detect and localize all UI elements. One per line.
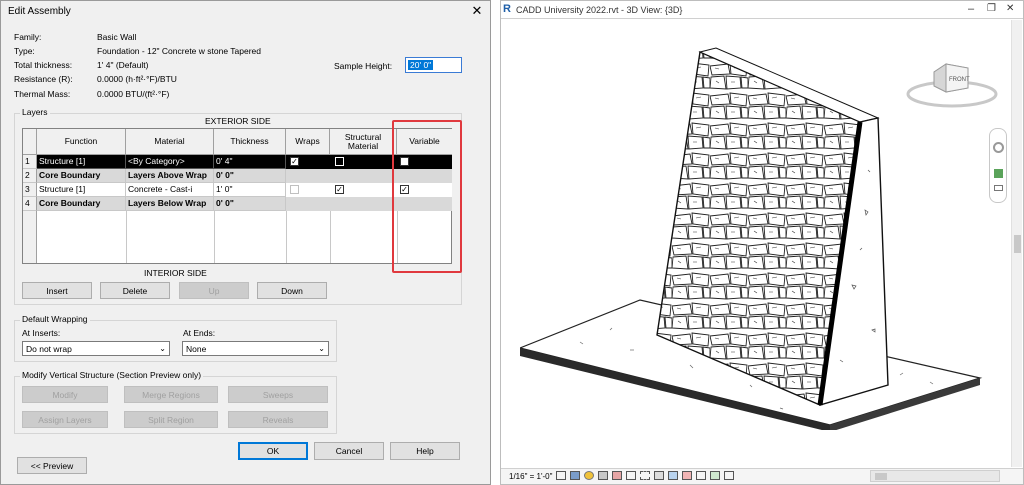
row-number: 4	[23, 197, 37, 211]
ok-button[interactable]: OK	[238, 442, 308, 460]
function-cell[interactable]: Structure [1]	[37, 183, 126, 197]
visual-style-icon[interactable]	[570, 471, 580, 480]
scale-label[interactable]: 1/16" = 1'-0"	[509, 472, 552, 481]
render-icon[interactable]	[612, 471, 622, 480]
revit-logo-icon: R	[503, 3, 511, 15]
row-number: 1	[23, 155, 37, 169]
check-icon: ✓	[336, 185, 343, 194]
thermal-mass-label: Thermal Mass:	[14, 89, 71, 99]
show-crop-icon[interactable]	[640, 471, 650, 480]
help-button[interactable]: Help	[390, 442, 460, 460]
reveals-button[interactable]: Reveals	[228, 411, 328, 428]
function-cell[interactable]: Structure [1]	[37, 155, 126, 169]
thickness-cell[interactable]: 1' 0"	[214, 183, 286, 197]
thickness-cell[interactable]: 0' 0"	[214, 169, 286, 183]
wall-3d-model	[520, 47, 983, 430]
wraps-checkbox[interactable]: ✓	[290, 157, 299, 166]
row-number: 3	[23, 183, 37, 197]
scrollbar-thumb[interactable]	[875, 473, 887, 480]
default-wrapping-label: Default Wrapping	[20, 314, 90, 324]
resistance-label: Resistance (R):	[14, 74, 73, 84]
split-region-button[interactable]: Split Region	[124, 411, 218, 428]
structural-material-checkbox[interactable]: ✓	[335, 185, 344, 194]
structural-material-header: Structural Material	[330, 129, 397, 155]
dialog-title: Edit Assembly	[8, 6, 71, 17]
sample-height-input[interactable]: 20' 0"	[405, 57, 462, 73]
modify-vertical-structure-label: Modify Vertical Structure (Section Previ…	[20, 370, 204, 380]
delete-button[interactable]: Delete	[100, 282, 170, 299]
variable-column-highlight	[392, 120, 462, 273]
material-cell[interactable]: Concrete - Cast-i	[126, 183, 214, 197]
cancel-button[interactable]: Cancel	[314, 442, 384, 460]
sweeps-button[interactable]: Sweeps	[228, 386, 328, 403]
material-cell[interactable]: Layers Below Wrap	[126, 197, 214, 211]
vertical-scrollbar[interactable]	[1011, 20, 1022, 467]
at-inserts-label: At Inserts:	[22, 328, 61, 338]
restore-icon[interactable]: ❐	[987, 3, 996, 14]
view-control-icons	[556, 471, 746, 481]
at-inserts-value: Do not wrap	[26, 344, 72, 354]
function-cell[interactable]: Core Boundary	[37, 169, 126, 183]
horizontal-scrollbar[interactable]	[870, 470, 1000, 482]
thickness-cell[interactable]: 0' 0"	[214, 197, 286, 211]
chevron-down-icon: ⌄	[159, 344, 166, 353]
total-thickness-label: Total thickness:	[14, 60, 73, 70]
shadows-icon[interactable]	[598, 471, 608, 480]
type-label: Type:	[14, 46, 35, 56]
at-ends-label: At Ends:	[183, 328, 216, 338]
row-number: 2	[23, 169, 37, 183]
close-icon[interactable]: ✕	[1006, 3, 1014, 14]
at-inserts-select[interactable]: Do not wrap ⌄	[22, 341, 170, 356]
assign-layers-button[interactable]: Assign Layers	[22, 411, 108, 428]
interior-side-label: INTERIOR SIDE	[144, 268, 207, 278]
preview-button[interactable]: << Preview	[17, 457, 87, 474]
insert-button[interactable]: Insert	[22, 282, 92, 299]
function-header: Function	[37, 129, 126, 155]
exterior-side-label: EXTERIOR SIDE	[205, 116, 271, 126]
thickness-header: Thickness	[214, 129, 286, 155]
at-ends-value: None	[186, 344, 207, 354]
thermal-mass-value: 0.0000 BTU/(ft²·°F)	[97, 89, 170, 99]
lock-3d-view-icon[interactable]	[654, 471, 664, 480]
family-value: Basic Wall	[97, 32, 137, 42]
worksharing-icon[interactable]	[696, 471, 706, 480]
sample-height-label: Sample Height:	[334, 61, 393, 71]
sample-height-value: 20' 0"	[408, 60, 434, 70]
scrollbar-thumb[interactable]	[1014, 235, 1021, 253]
material-header: Material	[126, 129, 214, 155]
layers-table: Function Material Thickness Wraps Struct…	[22, 128, 452, 264]
material-cell[interactable]: <By Category>	[126, 155, 214, 169]
detail-level-icon[interactable]	[556, 471, 566, 480]
highlight-displacement-icon[interactable]	[724, 471, 734, 480]
function-cell[interactable]: Core Boundary	[37, 197, 126, 211]
temporary-hide-icon[interactable]	[668, 471, 678, 480]
material-cell[interactable]: Layers Above Wrap	[126, 169, 214, 183]
resistance-value: 0.0000 (h·ft²·°F)/BTU	[97, 74, 177, 84]
chevron-down-icon: ⌄	[318, 344, 325, 353]
minimize-icon[interactable]: –	[968, 3, 974, 15]
family-label: Family:	[14, 32, 42, 42]
check-icon: ✓	[291, 157, 298, 166]
row-number-header	[23, 129, 37, 155]
type-value: Foundation - 12" Concrete w stone Tapere…	[97, 46, 261, 56]
modify-button[interactable]: Modify	[22, 386, 108, 403]
analytical-model-icon[interactable]	[710, 471, 720, 480]
merge-regions-button[interactable]: Merge Regions	[124, 386, 218, 403]
total-thickness-value: 1' 4" (Default)	[97, 60, 149, 70]
sun-path-icon[interactable]	[584, 471, 594, 480]
up-button[interactable]: Up	[179, 282, 249, 299]
structural-material-checkbox[interactable]	[335, 157, 344, 166]
down-button[interactable]: Down	[257, 282, 327, 299]
reveal-hidden-icon[interactable]	[682, 471, 692, 480]
close-icon[interactable]: ✕	[468, 3, 486, 19]
crop-view-icon[interactable]	[626, 471, 636, 480]
wraps-checkbox[interactable]	[290, 185, 299, 194]
layers-group-label: Layers	[20, 107, 50, 117]
at-ends-select[interactable]: None ⌄	[182, 341, 329, 356]
wraps-header: Wraps	[286, 129, 330, 155]
thickness-cell[interactable]: 0' 4"	[214, 155, 286, 169]
view-title: CADD University 2022.rvt - 3D View: {3D}	[516, 5, 683, 15]
